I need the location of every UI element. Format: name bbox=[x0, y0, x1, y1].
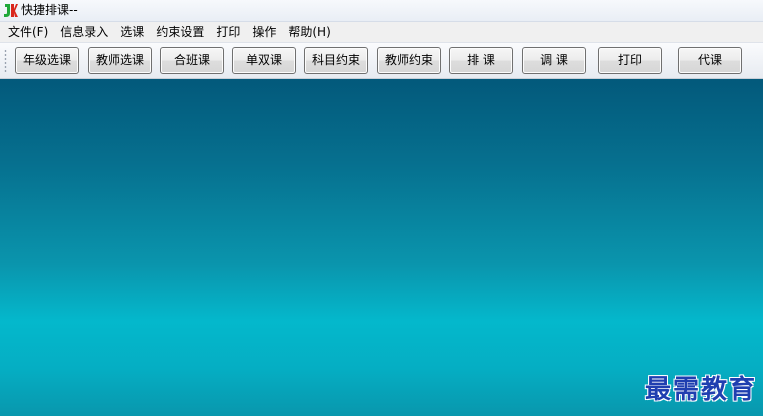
window-title: 快捷排课-- bbox=[21, 3, 78, 17]
schedule-button[interactable]: 排 课 bbox=[449, 47, 513, 74]
app-logo-icon bbox=[4, 4, 18, 17]
merged-class-button[interactable]: 合班课 bbox=[160, 47, 224, 74]
menu-info-entry[interactable]: 信息录入 bbox=[54, 23, 114, 41]
teacher-course-select-button[interactable]: 教师选课 bbox=[88, 47, 152, 74]
menu-bar: 文件(F) 信息录入 选课 约束设置 打印 操作 帮助(H) bbox=[0, 22, 763, 42]
toolbar-grip-icon[interactable] bbox=[4, 49, 7, 73]
watermark: 最需教育 bbox=[644, 375, 757, 405]
title-bar[interactable]: 快捷排课-- bbox=[0, 0, 763, 22]
menu-operations[interactable]: 操作 bbox=[246, 23, 282, 41]
toolbar: 年级选课 教师选课 合班课 单双课 科目约束 教师约束 排 课 调 课 打印 代… bbox=[0, 42, 763, 79]
app-window: 快捷排课-- 文件(F) 信息录入 选课 约束设置 打印 操作 帮助(H) 年级… bbox=[0, 0, 763, 416]
subject-constraint-button[interactable]: 科目约束 bbox=[304, 47, 368, 74]
menu-help[interactable]: 帮助(H) bbox=[282, 23, 336, 41]
substitute-class-button[interactable]: 代课 bbox=[678, 47, 742, 74]
teacher-constraint-button[interactable]: 教师约束 bbox=[377, 47, 441, 74]
menu-file[interactable]: 文件(F) bbox=[2, 23, 54, 41]
odd-even-class-button[interactable]: 单双课 bbox=[232, 47, 296, 74]
menu-constraint-settings[interactable]: 约束设置 bbox=[150, 23, 210, 41]
adjust-schedule-button[interactable]: 调 课 bbox=[522, 47, 586, 74]
menu-course-select[interactable]: 选课 bbox=[114, 23, 150, 41]
print-button[interactable]: 打印 bbox=[598, 47, 662, 74]
menu-print[interactable]: 打印 bbox=[210, 23, 246, 41]
grade-course-select-button[interactable]: 年级选课 bbox=[15, 47, 79, 74]
main-workspace: 最需教育 bbox=[0, 79, 763, 416]
